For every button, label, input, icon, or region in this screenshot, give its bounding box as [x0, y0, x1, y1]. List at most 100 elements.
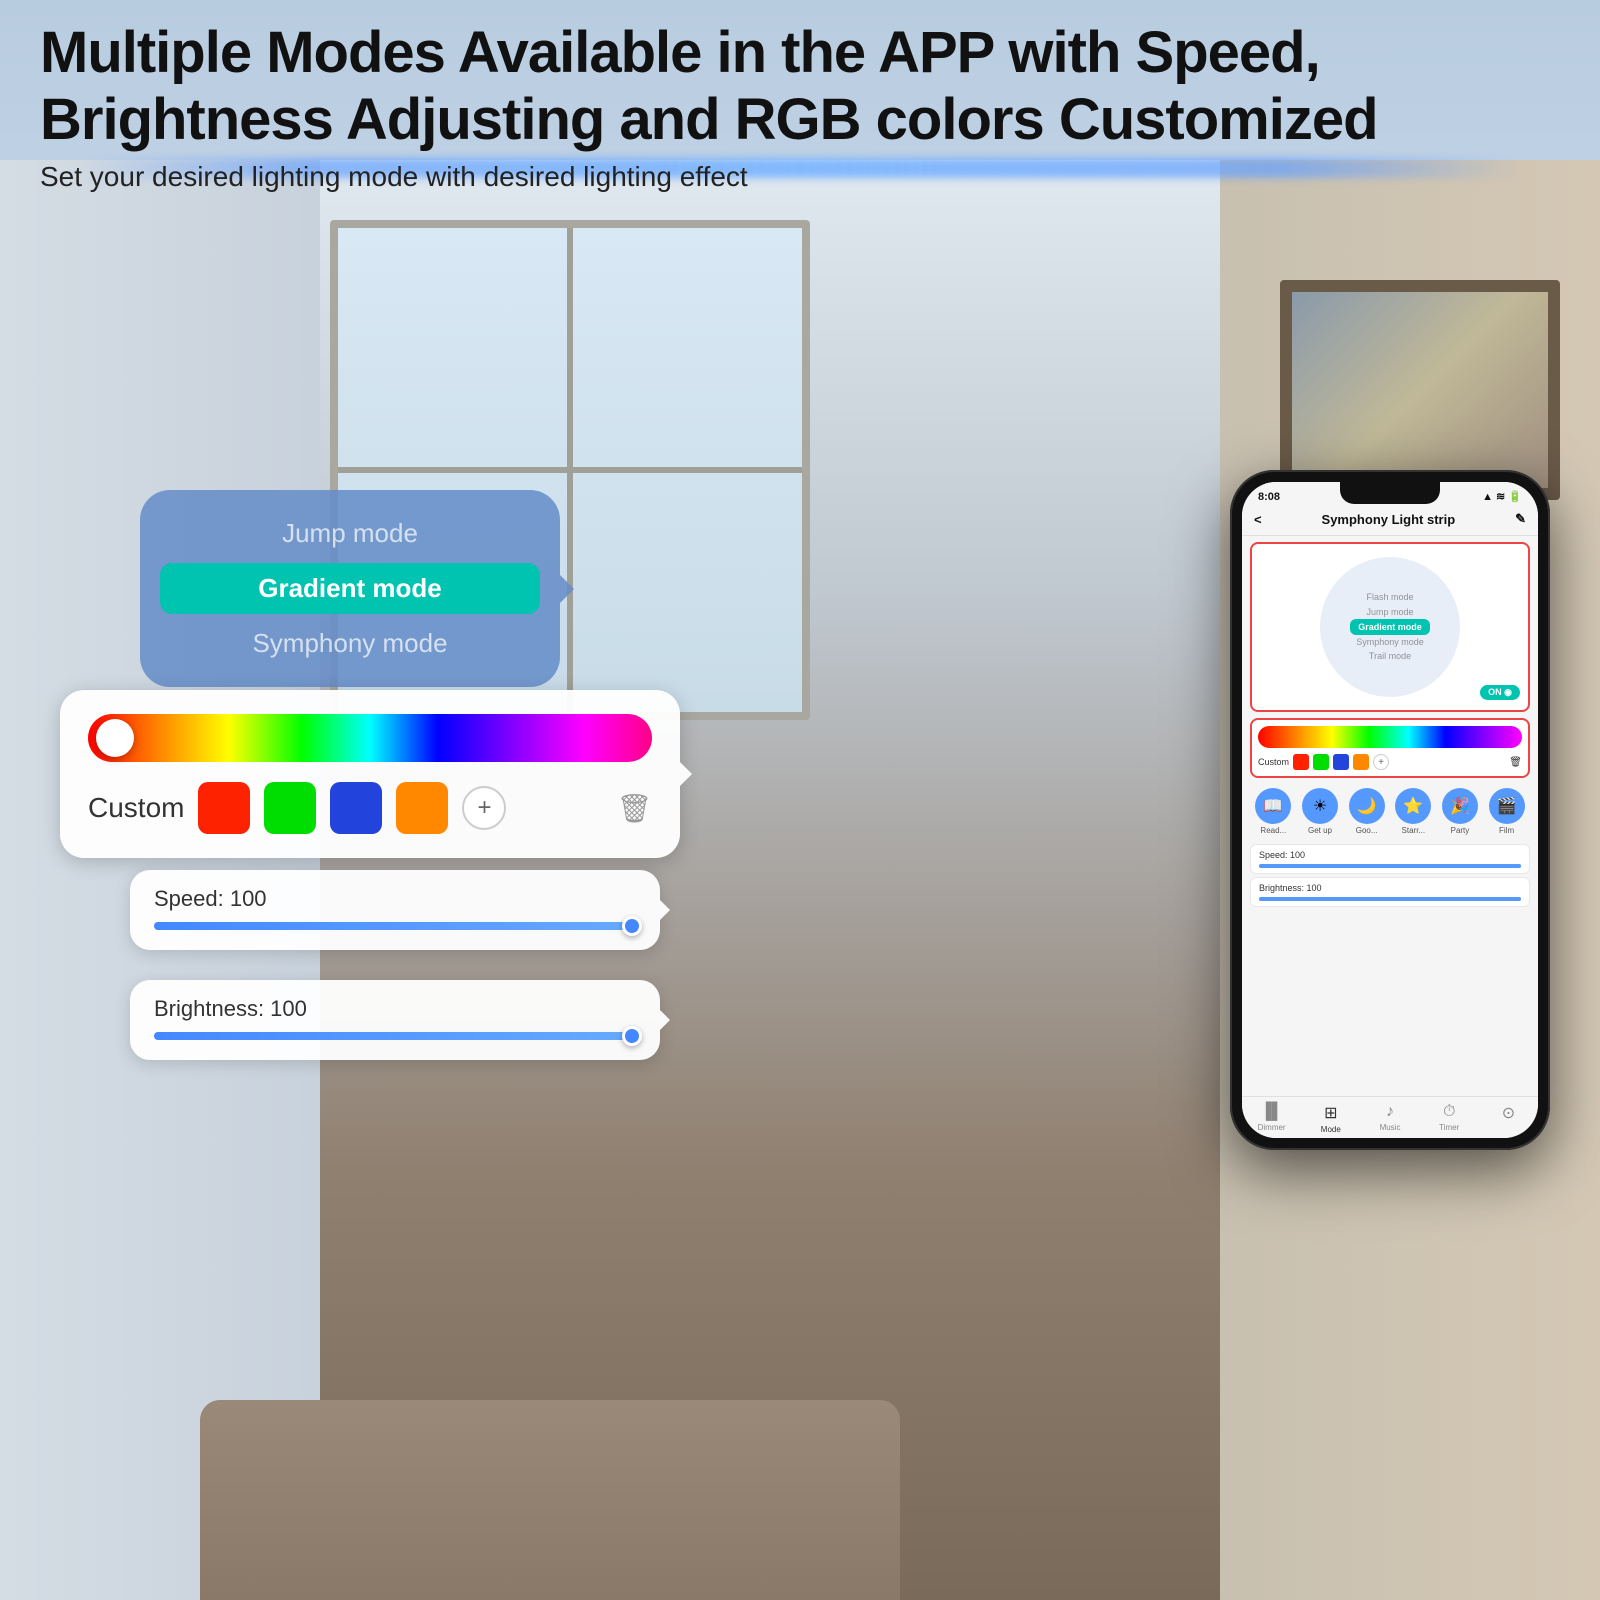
phone-custom-label: Custom: [1258, 757, 1289, 767]
phone-mode-gradient[interactable]: Gradient mode: [1350, 619, 1430, 635]
phone-scene-film-icon: 🎬: [1489, 788, 1525, 824]
add-color-button[interactable]: +: [462, 786, 506, 830]
phone-swatch-blue[interactable]: [1333, 754, 1349, 770]
phone-add-color-button[interactable]: +: [1373, 754, 1389, 770]
phone-scene-getup-label: Get up: [1308, 826, 1332, 835]
speed-slider-track[interactable]: [154, 922, 636, 930]
mode-item-gradient[interactable]: Gradient mode: [160, 563, 540, 614]
phone-scene-goodnight-label: Goo...: [1356, 826, 1378, 835]
speed-slider-fill: [154, 922, 636, 930]
phone-container: 8:08 ▲ ≋ 🔋 < Symphony Light strip ✎ Flas…: [1230, 470, 1550, 1150]
phone-swatch-orange[interactable]: [1353, 754, 1369, 770]
phone-brightness-label: Brightness: 100: [1259, 883, 1521, 893]
phone-nav-music[interactable]: ♪ Music: [1360, 1103, 1419, 1134]
phone-scene-party-label: Party: [1451, 826, 1470, 835]
phone-app-title: Symphony Light strip: [1322, 512, 1456, 527]
phone-mode-flash[interactable]: Flash mode: [1366, 590, 1413, 604]
page-subtitle: Set your desired lighting mode with desi…: [40, 161, 1560, 193]
phone-nav-timer-icon: ⏱: [1443, 1103, 1455, 1121]
phone-speed-fill: [1259, 864, 1521, 868]
phone-status-icons: ▲ ≋ 🔋: [1482, 490, 1522, 503]
mode-bubble-inner: Jump mode Gradient mode Symphony mode: [140, 490, 560, 687]
brightness-slider-thumb[interactable]: [622, 1026, 642, 1046]
phone-mode-section: Flash mode Jump mode Gradient mode Symph…: [1250, 542, 1530, 712]
custom-row: Custom + 🗑: [88, 782, 652, 834]
phone-color-section: Custom + 🗑: [1250, 718, 1530, 778]
brightness-slider-fill: [154, 1032, 636, 1040]
phone-scene-film[interactable]: 🎬 Film: [1489, 788, 1525, 835]
phone-bottom-nav: ▐▌ Dimmer ⊞ Mode ♪ Music ⏱ Timer ⊙: [1242, 1096, 1538, 1138]
speed-label: Speed: 100: [154, 886, 636, 912]
color-picker-bubble: Custom + 🗑: [60, 690, 680, 858]
phone-time: 8:08: [1258, 491, 1280, 503]
phone-nav-mode-icon: ⊞: [1324, 1103, 1337, 1123]
phone-swatch-green[interactable]: [1313, 754, 1329, 770]
speed-bubble: Speed: 100: [130, 870, 660, 950]
header-area: Multiple Modes Available in the APP with…: [40, 20, 1560, 193]
phone-swatch-red[interactable]: [1293, 754, 1309, 770]
phone-custom-row: Custom + 🗑: [1258, 754, 1522, 770]
speed-slider-thumb[interactable]: [622, 916, 642, 936]
page-title: Multiple Modes Available in the APP with…: [40, 20, 1560, 153]
phone-screen: 8:08 ▲ ≋ 🔋 < Symphony Light strip ✎ Flas…: [1242, 482, 1538, 1138]
phone-back-button[interactable]: <: [1254, 512, 1262, 527]
phone-nav-dimmer[interactable]: ▐▌ Dimmer: [1242, 1103, 1301, 1134]
phone-scenes: 📖 Read... ☀ Get up 🌙 Goo... ⭐ Starr... 🎉: [1242, 782, 1538, 841]
mode-item-jump[interactable]: Jump mode: [170, 510, 530, 557]
phone-scene-film-label: Film: [1499, 826, 1514, 835]
phone-speed-section: Speed: 100: [1250, 844, 1530, 874]
phone-scene-goodnight-icon: 🌙: [1349, 788, 1385, 824]
phone-brightness-track[interactable]: [1259, 897, 1521, 901]
phone-nav-timer-label: Timer: [1439, 1123, 1459, 1132]
furniture-couch: [200, 1400, 900, 1600]
phone-nav-dimmer-icon: ▐▌: [1260, 1103, 1283, 1121]
phone-nav-dimmer-label: Dimmer: [1258, 1123, 1286, 1132]
phone-scene-starry[interactable]: ⭐ Starr...: [1395, 788, 1431, 835]
brightness-bubble: Brightness: 100: [130, 980, 660, 1060]
phone-scene-party-icon: 🎉: [1442, 788, 1478, 824]
mode-item-symphony[interactable]: Symphony mode: [170, 620, 530, 667]
brightness-bubble-inner: Brightness: 100: [130, 980, 660, 1060]
phone-nav-more[interactable]: ⊙: [1479, 1103, 1538, 1134]
phone-nav-music-label: Music: [1380, 1123, 1401, 1132]
phone-mode-circle: Flash mode Jump mode Gradient mode Symph…: [1320, 557, 1460, 697]
phone-nav-mode[interactable]: ⊞ Mode: [1301, 1103, 1360, 1134]
phone-scene-party[interactable]: 🎉 Party: [1442, 788, 1478, 835]
phone-scene-goodnight[interactable]: 🌙 Goo...: [1349, 788, 1385, 835]
phone-mode-trail[interactable]: Trail mode: [1369, 649, 1411, 663]
phone-delete-button[interactable]: 🗑: [1509, 757, 1522, 768]
color-slider-bar[interactable]: [88, 714, 652, 762]
phone-scene-read-icon: 📖: [1255, 788, 1291, 824]
phone-notch: [1340, 482, 1440, 504]
color-swatch-orange[interactable]: [396, 782, 448, 834]
color-picker-inner: Custom + 🗑: [60, 690, 680, 858]
phone-nav-timer[interactable]: ⏱ Timer: [1420, 1103, 1479, 1134]
phone-scene-read[interactable]: 📖 Read...: [1255, 788, 1291, 835]
brightness-slider-track[interactable]: [154, 1032, 636, 1040]
phone-on-toggle[interactable]: ON ◉: [1480, 685, 1520, 700]
phone-scene-read-label: Read...: [1260, 826, 1286, 835]
mode-bubble: Jump mode Gradient mode Symphony mode: [140, 490, 560, 687]
phone-speed-track[interactable]: [1259, 864, 1521, 868]
phone-nav-mode-label: Mode: [1321, 1125, 1341, 1134]
phone-brightness-fill: [1259, 897, 1521, 901]
phone-scene-getup[interactable]: ☀ Get up: [1302, 788, 1338, 835]
speed-bubble-inner: Speed: 100: [130, 870, 660, 950]
phone-scene-starry-label: Starr...: [1402, 826, 1426, 835]
phone-brightness-section: Brightness: 100: [1250, 877, 1530, 907]
color-swatch-green[interactable]: [264, 782, 316, 834]
phone-outer: 8:08 ▲ ≋ 🔋 < Symphony Light strip ✎ Flas…: [1230, 470, 1550, 1150]
brightness-label: Brightness: 100: [154, 996, 636, 1022]
phone-edit-button[interactable]: ✎: [1515, 511, 1526, 527]
color-swatch-blue[interactable]: [330, 782, 382, 834]
phone-speed-label: Speed: 100: [1259, 850, 1521, 860]
color-slider-thumb[interactable]: [96, 719, 134, 757]
wall-painting: [1280, 280, 1560, 500]
window-frame-h: [338, 467, 802, 473]
delete-color-button[interactable]: 🗑: [616, 792, 652, 825]
color-swatch-red[interactable]: [198, 782, 250, 834]
phone-mode-symphony[interactable]: Symphony mode: [1356, 635, 1424, 649]
phone-color-bar[interactable]: [1258, 726, 1522, 748]
phone-nav-more-icon: ⊙: [1502, 1103, 1515, 1123]
phone-mode-jump[interactable]: Jump mode: [1366, 605, 1413, 619]
